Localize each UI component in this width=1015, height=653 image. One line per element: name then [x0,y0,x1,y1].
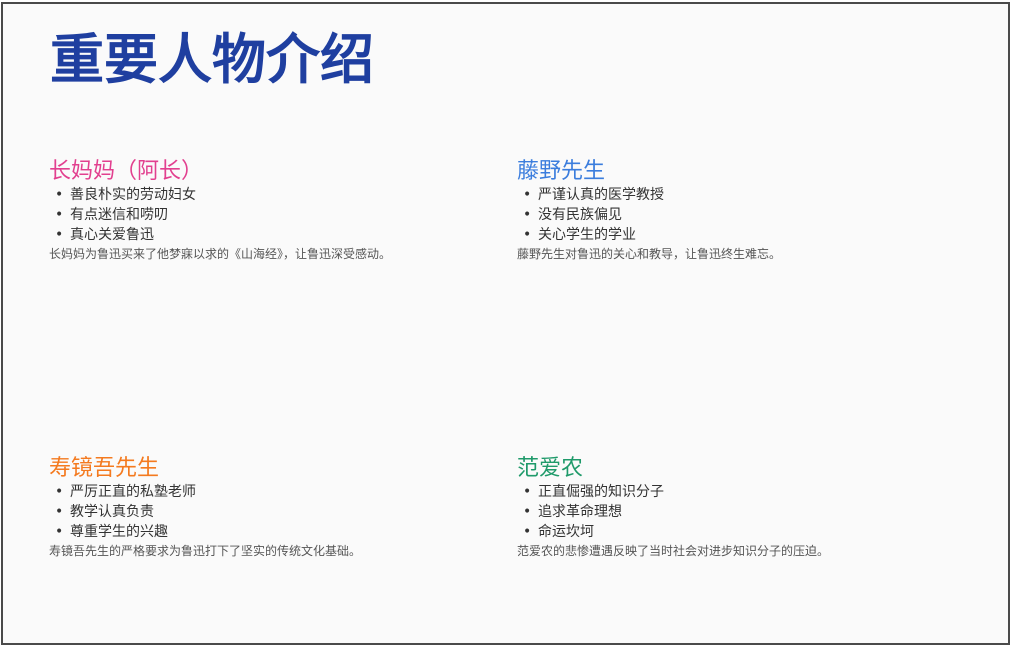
trait-item: 追求革命理想 [517,502,887,522]
trait-item: 命运坎坷 [517,522,887,542]
trait-item: 有点迷信和唠叨 [49,205,419,225]
person-card-shou-jingwu: 寿镜吾先生 严厉正直的私塾老师 教学认真负责 尊重学生的兴趣 寿镜吾先生的严格要… [49,456,419,560]
trait-item: 严谨认真的医学教授 [517,185,887,205]
trait-item: 关心学生的学业 [517,225,887,245]
trait-item: 教学认真负责 [49,502,419,522]
trait-item: 严厉正直的私塾老师 [49,482,419,502]
person-description: 藤野先生对鲁迅的关心和教导，让鲁迅终生难忘。 [517,247,782,261]
person-description: 长妈妈为鲁迅买来了他梦寐以求的《山海经》，让鲁迅深受感动。 [49,247,392,261]
slide: 重要人物介绍 长妈妈（阿长） 善良朴实的劳动妇女 有点迷信和唠叨 真心关爱鲁迅 … [1,2,1010,645]
trait-list: 善良朴实的劳动妇女 有点迷信和唠叨 真心关爱鲁迅 [49,185,419,245]
trait-list: 严厉正直的私塾老师 教学认真负责 尊重学生的兴趣 [49,482,419,542]
person-name: 长妈妈（阿长） [49,159,204,184]
trait-item: 善良朴实的劳动妇女 [49,185,419,205]
person-description: 范爱农的悲惨遭遇反映了当时社会对进步知识分子的压迫。 [517,544,830,558]
trait-list: 正直倔强的知识分子 追求革命理想 命运坎坷 [517,482,887,542]
page-title: 重要人物介绍 [50,27,374,91]
person-card-fan-ainong: 范爱农 正直倔强的知识分子 追求革命理想 命运坎坷 范爱农的悲惨遭遇反映了当时社… [517,456,887,560]
trait-item: 尊重学生的兴趣 [49,522,419,542]
trait-list: 严谨认真的医学教授 没有民族偏见 关心学生的学业 [517,185,887,245]
person-description: 寿镜吾先生的严格要求为鲁迅打下了坚实的传统文化基础。 [49,544,362,558]
trait-item: 真心关爱鲁迅 [49,225,419,245]
person-card-fujino: 藤野先生 严谨认真的医学教授 没有民族偏见 关心学生的学业 藤野先生对鲁迅的关心… [517,159,887,263]
person-name: 藤野先生 [517,159,606,184]
person-card-chang-mama: 长妈妈（阿长） 善良朴实的劳动妇女 有点迷信和唠叨 真心关爱鲁迅 长妈妈为鲁迅买… [49,159,419,263]
trait-item: 没有民族偏见 [517,205,887,225]
person-name: 寿镜吾先生 [49,456,160,481]
person-name: 范爱农 [517,456,584,481]
trait-item: 正直倔强的知识分子 [517,482,887,502]
